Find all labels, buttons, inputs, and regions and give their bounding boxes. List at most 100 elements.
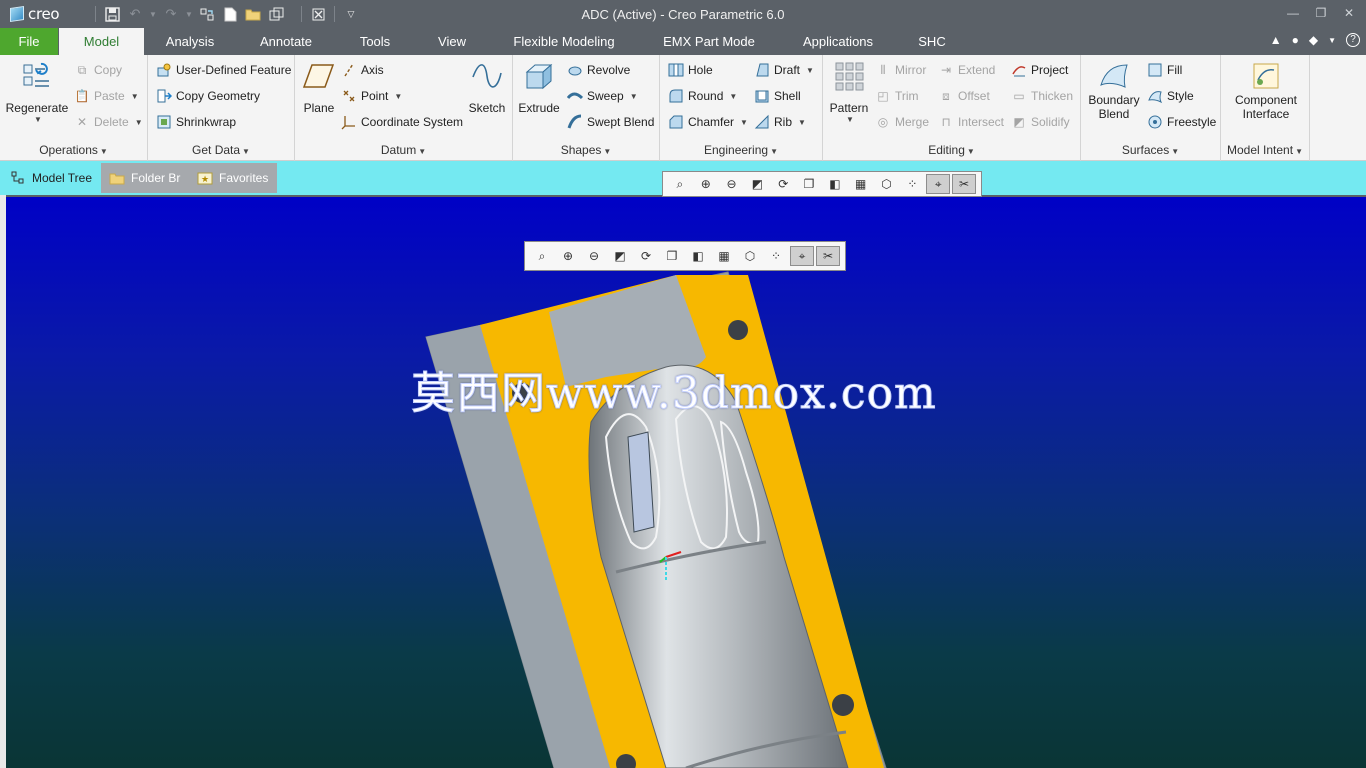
merge-button[interactable]: ◎ Merge [875, 112, 929, 132]
folder-browser-tab[interactable]: Folder Br [101, 163, 189, 193]
view-manager-icon[interactable]: ▦ [712, 246, 736, 266]
rib-dropdown-icon[interactable]: ▼ [798, 118, 806, 127]
round-button[interactable]: Round ▼ [668, 86, 737, 106]
shrinkwrap-button[interactable]: Shrinkwrap [156, 112, 236, 132]
editing-group-label[interactable]: Editing ▼ [823, 143, 1080, 157]
operations-group-label[interactable]: Operations ▼ [0, 143, 147, 157]
user-icon[interactable]: ● [1292, 33, 1299, 47]
tab-shc[interactable]: SHC [918, 28, 946, 55]
annotation-display-icon[interactable]: ✂ [816, 246, 840, 266]
pattern-dropdown-icon[interactable]: ▼ [846, 115, 854, 124]
zoom-in-icon[interactable]: ⊕ [694, 174, 718, 194]
engineering-group-label[interactable]: Engineering ▼ [660, 143, 822, 157]
hole-button[interactable]: Hole [668, 60, 713, 80]
saved-orientations-icon[interactable]: ❐ [797, 174, 821, 194]
plane-button[interactable]: Plane [301, 59, 337, 115]
tab-emx-part-mode[interactable]: EMX Part Mode [660, 28, 758, 55]
revolve-button[interactable]: Revolve [567, 60, 630, 80]
coordinate-system-button[interactable]: Coordinate System [341, 112, 463, 132]
shapes-group-label[interactable]: Shapes ▼ [513, 143, 659, 157]
get-data-group-label[interactable]: Get Data ▼ [148, 143, 294, 157]
round-dropdown-icon[interactable]: ▼ [729, 92, 737, 101]
regenerate-dropdown-icon[interactable]: ▼ [34, 115, 42, 124]
thicken-button[interactable]: ▭ Thicken [1011, 86, 1073, 106]
freestyle-button[interactable]: Freestyle [1147, 112, 1216, 132]
mirror-button[interactable]: ⫴ Mirror [875, 60, 926, 80]
extrude-button[interactable]: Extrude [517, 59, 561, 115]
learning-icon[interactable]: ◆ [1309, 33, 1318, 47]
help-icon[interactable]: ? [1346, 33, 1360, 47]
datum-display-icon[interactable]: ⁘ [764, 246, 788, 266]
view-manager-icon[interactable]: ▦ [849, 174, 873, 194]
swept-blend-button[interactable]: Swept Blend [567, 112, 654, 132]
close-icon[interactable]: ✕ [1340, 4, 1358, 22]
fill-button[interactable]: Fill [1147, 60, 1182, 80]
point-dropdown-icon[interactable]: ▼ [394, 92, 402, 101]
component-interface-button[interactable]: Component Interface [1225, 59, 1307, 121]
sketch-button[interactable]: Sketch [467, 59, 507, 115]
display-style-icon[interactable]: ◧ [823, 174, 847, 194]
spin-center-icon[interactable]: ⌖ [790, 246, 814, 266]
restore-icon[interactable]: ❐ [1312, 4, 1330, 22]
saved-orientations-icon[interactable]: ❐ [660, 246, 684, 266]
reorient-icon[interactable]: ⟳ [771, 174, 795, 194]
model-tree-tab[interactable]: Model Tree [2, 163, 100, 193]
minimize-icon[interactable]: — [1284, 4, 1302, 22]
reorient-icon[interactable]: ⟳ [634, 246, 658, 266]
regenerate-button[interactable]: Regenerate ▼ [6, 59, 68, 124]
user-defined-feature-button[interactable]: User-Defined Feature [156, 60, 291, 80]
style-button[interactable]: Style [1147, 86, 1194, 106]
draft-dropdown-icon[interactable]: ▼ [806, 66, 814, 75]
axis-button[interactable]: Axis [341, 60, 384, 80]
tab-file[interactable]: File [0, 28, 58, 55]
extend-button[interactable]: ⇥ Extend [938, 60, 995, 80]
tab-tools[interactable]: Tools [357, 28, 393, 55]
zoom-out-icon[interactable]: ⊖ [720, 174, 744, 194]
refit-icon[interactable]: ⌕ [530, 246, 554, 266]
favorites-tab[interactable]: ★ Favorites [189, 163, 277, 193]
boundary-blend-button[interactable]: Boundary Blend [1085, 59, 1143, 121]
settings-dropdown-icon[interactable]: ▼ [1328, 36, 1336, 47]
tab-applications[interactable]: Applications [800, 28, 876, 55]
paste-button[interactable]: 📋 Paste ▼ [74, 86, 139, 106]
tab-view[interactable]: View [436, 28, 468, 55]
copy-button[interactable]: ⧉ Copy [74, 60, 122, 80]
delete-dropdown-icon[interactable]: ▼ [135, 118, 143, 127]
repaint-icon[interactable]: ◩ [608, 246, 632, 266]
graphics-viewport[interactable]: 莫西网www.3dmox.com ⌕ ⊕ ⊖ ◩ ⟳ ❐ ◧ ▦ ⬡ ⁘ ⌖ ✂ [6, 197, 1366, 768]
rib-button[interactable]: Rib ▼ [754, 112, 806, 132]
project-button[interactable]: Project [1011, 60, 1068, 80]
tab-model[interactable]: Model [59, 28, 144, 55]
zoom-out-icon[interactable]: ⊖ [582, 246, 606, 266]
datum-group-label[interactable]: Datum ▼ [295, 143, 512, 157]
perspective-view-icon[interactable]: ⬡ [875, 174, 899, 194]
refit-icon[interactable]: ⌕ [668, 174, 692, 194]
copy-geometry-button[interactable]: Copy Geometry [156, 86, 260, 106]
pattern-button[interactable]: Pattern ▼ [827, 59, 871, 124]
paste-dropdown-icon[interactable]: ▼ [131, 92, 139, 101]
draft-button[interactable]: Draft ▼ [754, 60, 814, 80]
model-intent-group-label[interactable]: Model Intent ▼ [1221, 143, 1309, 157]
sweep-button[interactable]: Sweep ▼ [567, 86, 638, 106]
tab-annotate[interactable]: Annotate [258, 28, 314, 55]
zoom-in-icon[interactable]: ⊕ [556, 246, 580, 266]
solidify-button[interactable]: ◩ Solidify [1011, 112, 1069, 132]
display-style-icon[interactable]: ◧ [686, 246, 710, 266]
point-button[interactable]: Point ▼ [341, 86, 402, 106]
delete-button[interactable]: ✕ Delete ▼ [74, 112, 143, 132]
intersect-button[interactable]: ⊓ Intersect [938, 112, 1004, 132]
surfaces-group-label[interactable]: Surfaces ▼ [1081, 143, 1220, 157]
spin-center-icon[interactable]: ⌖ [926, 174, 951, 194]
chamfer-dropdown-icon[interactable]: ▼ [740, 118, 748, 127]
repaint-icon[interactable]: ◩ [745, 174, 769, 194]
datum-display-icon[interactable]: ⁘ [900, 174, 924, 194]
perspective-view-icon[interactable]: ⬡ [738, 246, 762, 266]
chamfer-button[interactable]: Chamfer ▼ [668, 112, 748, 132]
annotation-display-icon[interactable]: ✂ [952, 174, 976, 194]
shell-button[interactable]: Shell [754, 86, 801, 106]
trim-button[interactable]: ◰ Trim [875, 86, 918, 106]
tab-flexible-modeling[interactable]: Flexible Modeling [510, 28, 618, 55]
minimize-ribbon-icon[interactable]: ▲ [1270, 33, 1282, 47]
tab-analysis[interactable]: Analysis [165, 28, 215, 55]
offset-button[interactable]: ⧈ Offset [938, 86, 990, 106]
